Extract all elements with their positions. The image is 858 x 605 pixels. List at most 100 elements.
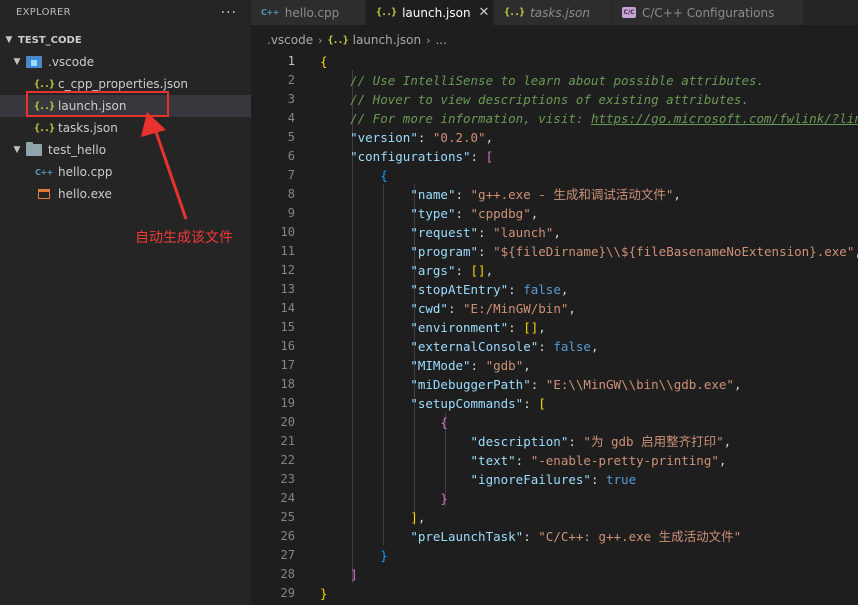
code-token: , xyxy=(854,244,858,259)
code-line[interactable]: 10 "request": "launch", xyxy=(251,223,858,242)
code-text: { xyxy=(320,413,448,432)
line-number: 16 xyxy=(280,339,295,353)
code-token: : xyxy=(538,339,554,354)
line-number: 10 xyxy=(280,225,295,239)
code-text: } xyxy=(320,489,448,508)
code-token: , xyxy=(530,206,539,221)
tab-tasks-json[interactable]: {..} tasks.json xyxy=(494,0,612,25)
chevron-right-icon: › xyxy=(426,33,431,47)
tab-launch-json[interactable]: {..} launch.json ✕ xyxy=(366,0,494,25)
code-line[interactable]: 11 "program": "${fileDirname}\\${fileBas… xyxy=(251,242,858,261)
code-token: } xyxy=(440,491,448,506)
code-line[interactable]: 27 } xyxy=(251,546,858,565)
code-text: "version": "0.2.0", xyxy=(320,128,493,147)
code-line[interactable]: 9 "type": "cppdbg", xyxy=(251,204,858,223)
code-line[interactable]: 23 "ignoreFailures": true xyxy=(251,470,858,489)
code-line[interactable]: 8 "name": "g++.exe - 生成和调试活动文件", xyxy=(251,185,858,204)
code-text: "MIMode": "gdb", xyxy=(320,356,530,375)
breadcrumb-symbol[interactable]: ... xyxy=(435,33,446,47)
code-line[interactable]: 20 { xyxy=(251,413,858,432)
tab-hello-cpp[interactable]: C++ hello.cpp xyxy=(251,0,366,25)
code-token: "description" xyxy=(470,434,569,449)
code-line[interactable]: 19 "setupCommands": [ xyxy=(251,394,858,413)
code-line[interactable]: 3 // Hover to view descriptions of exist… xyxy=(251,90,858,109)
code-line[interactable]: 13 "stopAtEntry": false, xyxy=(251,280,858,299)
code-line[interactable]: 15 "environment": [], xyxy=(251,318,858,337)
code-text: "args": [], xyxy=(320,261,493,280)
close-icon[interactable]: ✕ xyxy=(479,5,490,20)
code-text: "setupCommands": [ xyxy=(320,394,545,413)
code-line[interactable]: 12 "args": [], xyxy=(251,261,858,280)
code-token: "version" xyxy=(350,130,418,145)
code-token: : xyxy=(470,358,486,373)
code-token: : xyxy=(470,149,486,164)
code-token: "program" xyxy=(410,244,479,259)
code-line[interactable]: 21 "description": "为 gdb 启用整齐打印", xyxy=(251,432,858,451)
code-line[interactable]: 26 "preLaunchTask": "C/C++: g++.exe 生成活动… xyxy=(251,527,858,546)
code-token: : xyxy=(447,301,464,316)
code-line[interactable]: 2 // Use IntelliSense to learn about pos… xyxy=(251,71,858,90)
line-number: 7 xyxy=(287,168,295,182)
line-number: 21 xyxy=(280,434,295,448)
line-number: 22 xyxy=(280,453,295,467)
code-token: { xyxy=(320,54,328,69)
line-number: 12 xyxy=(280,263,295,277)
code-line[interactable]: 7 { xyxy=(251,166,858,185)
code-line[interactable]: 24 } xyxy=(251,489,858,508)
code-token: "preLaunchTask" xyxy=(410,529,524,544)
code-text: "stopAtEntry": false, xyxy=(320,280,568,299)
line-number: 29 xyxy=(280,586,295,600)
code-token: : xyxy=(508,282,524,297)
code-token: "0.2.0" xyxy=(432,130,486,145)
code-token: "为 gdb 启用整齐打印" xyxy=(583,434,724,449)
code-token: "g++.exe - 生成和调试活动文件" xyxy=(470,187,674,202)
code-token: // Use IntelliSense to learn about possi… xyxy=(350,73,765,88)
code-line[interactable]: 1{ xyxy=(251,52,858,71)
code-line[interactable]: 14 "cwd": "E:/MinGW/bin", xyxy=(251,299,858,318)
code-text: "type": "cppdbg", xyxy=(320,204,538,223)
code-token: true xyxy=(606,472,637,487)
code-token: : xyxy=(478,225,494,240)
editor-tab-bar: C++ hello.cpp {..} launch.json ✕ {..} ta… xyxy=(251,0,858,25)
code-line[interactable]: 4 // For more information, visit: https:… xyxy=(251,109,858,128)
code-token[interactable]: https://go.microsoft.com/fwlink/?linkid=… xyxy=(591,111,858,126)
breadcrumb-folder[interactable]: .vscode xyxy=(267,33,313,47)
code-token: : xyxy=(508,320,524,335)
code-line[interactable]: 22 "text": "-enable-pretty-printing", xyxy=(251,451,858,470)
code-line[interactable]: 5 "version": "0.2.0", xyxy=(251,128,858,147)
code-text: ] xyxy=(320,565,358,584)
code-token: , xyxy=(560,282,569,297)
code-line[interactable]: 28 ] xyxy=(251,565,858,584)
breadcrumb-file[interactable]: launch.json xyxy=(353,33,421,47)
code-text: "cwd": "E:/MinGW/bin", xyxy=(320,299,576,318)
code-line[interactable]: 17 "MIMode": "gdb", xyxy=(251,356,858,375)
code-line[interactable]: 16 "externalConsole": false, xyxy=(251,337,858,356)
json-file-icon: {..} xyxy=(376,7,397,18)
code-token: : xyxy=(455,263,471,278)
code-line[interactable]: 6 "configurations": [ xyxy=(251,147,858,166)
code-token: false xyxy=(523,282,561,297)
line-number: 24 xyxy=(280,491,295,505)
code-token: , xyxy=(590,339,599,354)
line-number: 26 xyxy=(280,529,295,543)
configuration-icon: C/C xyxy=(622,7,636,18)
code-line[interactable]: 29} xyxy=(251,584,858,603)
code-text: "program": "${fileDirname}\\${fileBasena… xyxy=(320,242,858,261)
code-token: : xyxy=(568,434,584,449)
code-token: "stopAtEntry" xyxy=(410,282,509,297)
tab-c-cpp-configurations[interactable]: C/C C/C++ Configurations xyxy=(612,0,804,25)
tab-label: launch.json xyxy=(402,5,471,20)
code-line[interactable]: 25 ], xyxy=(251,508,858,527)
code-token: , xyxy=(553,225,561,240)
code-editor[interactable]: 1{2 // Use IntelliSense to learn about p… xyxy=(251,51,858,605)
code-line[interactable]: 18 "miDebuggerPath": "E:\\MinGW\\bin\\gd… xyxy=(251,375,858,394)
code-token: : xyxy=(530,377,546,392)
